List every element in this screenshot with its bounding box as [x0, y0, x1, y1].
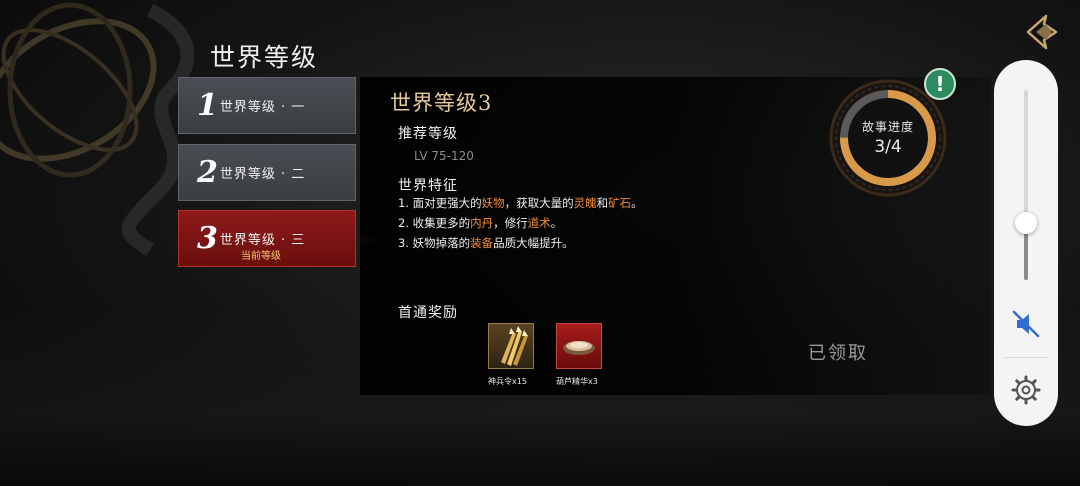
world-features-heading: 世界特征 [398, 178, 458, 194]
golden-spears-icon [501, 326, 528, 366]
tier-label: 世界等级 · 二 [219, 167, 306, 182]
volume-slider-knob[interactable] [1015, 212, 1037, 234]
tab-world-level-1[interactable]: 1 世界等级 · 一 [178, 77, 356, 134]
tier-label: 世界等级 · 一 [219, 100, 306, 115]
page-title: 世界等级 [210, 43, 319, 72]
current-level-badge: 当前等级 [241, 251, 281, 262]
gear-icon[interactable] [1010, 374, 1042, 406]
reward-caption: 神兵令x15 [488, 377, 527, 386]
tier-number: 2 [197, 154, 218, 190]
level-range: LV 75-120 [414, 149, 474, 163]
reward-caption: 葫芦精华x3 [556, 377, 598, 386]
back-arrow-icon[interactable] [1022, 12, 1062, 52]
story-progress-label: 故事进度 [861, 120, 914, 134]
reward-item-shenbingling[interactable] [488, 323, 534, 369]
feature-line-3: 3. 妖物掉落的装备品质大幅提升。 [398, 236, 574, 250]
alert-icon[interactable]: ! [924, 68, 956, 100]
tier-number: 3 [197, 220, 218, 256]
feature-line-2: 2. 收集更多的内丹，修行道术。 [398, 216, 563, 230]
story-progress-value: 3/4 [874, 137, 902, 157]
tab-world-level-3[interactable]: 3 世界等级 · 三 当前等级 [178, 210, 356, 267]
claimed-label: 已领取 [808, 343, 868, 364]
panel-divider [1004, 357, 1048, 358]
feature-line-1: 1. 面对更强大的妖物，获取大量的灵魄和矿石。 [398, 196, 643, 210]
feature-list: 1. 面对更强大的妖物，获取大量的灵魄和矿石。 2. 收集更多的内丹，修行道术。… [398, 193, 643, 253]
essence-bowl-icon [563, 341, 595, 355]
recommended-level-heading: 推荐等级 [398, 126, 458, 142]
tier-label: 世界等级 · 三 [219, 233, 306, 248]
detail-title: 世界等级3 [390, 91, 493, 115]
tab-world-level-2[interactable]: 2 世界等级 · 二 [178, 144, 356, 201]
first-clear-reward-heading: 首通奖励 [398, 305, 458, 321]
volume-slider[interactable] [1024, 90, 1028, 280]
side-control-panel [994, 60, 1058, 426]
mute-speaker-icon[interactable] [1010, 308, 1042, 340]
tier-number: 1 [197, 87, 218, 123]
reward-item-hulu-essence[interactable] [556, 323, 602, 369]
